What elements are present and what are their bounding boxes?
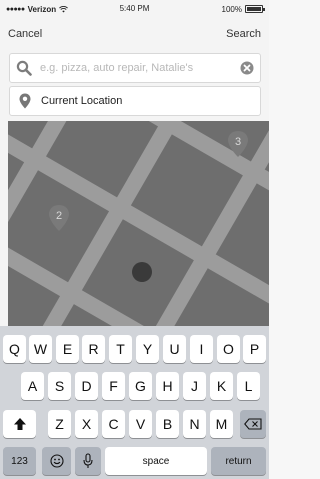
key-d[interactable]: D [75, 372, 98, 400]
key-y[interactable]: Y [136, 335, 159, 363]
emoji-icon [49, 454, 64, 468]
wifi-icon [59, 5, 69, 12]
key-v[interactable]: V [129, 410, 152, 438]
key-l[interactable]: L [237, 372, 260, 400]
search-icon [16, 60, 32, 76]
map-marker-label: 3 [235, 136, 241, 148]
carrier-name: Verizon [27, 4, 57, 14]
key-s[interactable]: S [48, 372, 71, 400]
map-view[interactable]: 3 2 [8, 121, 269, 326]
cancel-button[interactable]: Cancel [8, 28, 42, 40]
key-n[interactable]: N [183, 410, 206, 438]
microphone-icon [83, 453, 93, 468]
status-right: 100% [221, 4, 265, 14]
current-location-label: Current Location [41, 95, 123, 107]
location-field[interactable]: Current Location [9, 86, 261, 116]
key-b[interactable]: B [156, 410, 179, 438]
key-w[interactable]: W [29, 335, 52, 363]
key-j[interactable]: J [183, 372, 206, 400]
keyboard: Q W E R T Y U I O P A S D F G H J K L Z … [0, 326, 269, 479]
key-i[interactable]: I [190, 335, 213, 363]
key-p[interactable]: P [243, 335, 266, 363]
key-g[interactable]: G [129, 372, 152, 400]
search-button[interactable]: Search [226, 28, 261, 40]
key-c[interactable]: C [102, 410, 125, 438]
status-bar: ●●●●● Verizon 5:40 PM 100% [0, 0, 269, 18]
clear-icon[interactable] [240, 61, 254, 75]
screen: ●●●●● Verizon 5:40 PM 100% Cancel Search [0, 0, 269, 479]
key-m[interactable]: M [210, 410, 233, 438]
dictation-key[interactable] [75, 447, 101, 475]
shift-key[interactable] [3, 410, 36, 438]
key-q[interactable]: Q [3, 335, 26, 363]
backspace-icon [244, 418, 262, 430]
key-o[interactable]: O [217, 335, 240, 363]
emoji-key[interactable] [42, 447, 71, 475]
key-t[interactable]: T [109, 335, 132, 363]
shift-icon [13, 418, 26, 430]
key-z[interactable]: Z [48, 410, 71, 438]
delete-key[interactable] [240, 410, 266, 438]
search-field[interactable] [9, 53, 261, 83]
status-left: ●●●●● Verizon [6, 4, 69, 14]
map-pin-icon [19, 93, 31, 109]
key-x[interactable]: X [75, 410, 98, 438]
key-f[interactable]: F [102, 372, 125, 400]
space-key[interactable]: space [105, 447, 207, 475]
battery-percent: 100% [221, 4, 242, 14]
key-k[interactable]: K [210, 372, 233, 400]
signal-strength: ●●●●● [6, 5, 25, 13]
numbers-key[interactable]: 123 [3, 447, 36, 475]
map-marker-label: 2 [56, 210, 62, 222]
key-u[interactable]: U [163, 335, 186, 363]
key-r[interactable]: R [82, 335, 105, 363]
map-canvas[interactable]: 3 2 [8, 121, 269, 326]
battery-icon [245, 5, 265, 13]
current-location-dot [132, 262, 152, 282]
nav-bar: Cancel Search [0, 18, 269, 50]
search-input[interactable] [38, 61, 236, 75]
key-e[interactable]: E [56, 335, 79, 363]
key-a[interactable]: A [21, 372, 44, 400]
key-h[interactable]: H [156, 372, 179, 400]
return-key[interactable]: return [211, 447, 266, 475]
